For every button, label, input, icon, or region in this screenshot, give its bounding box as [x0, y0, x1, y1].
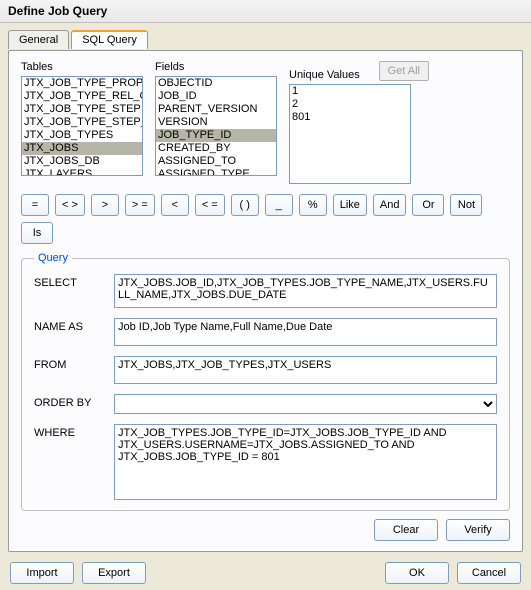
- op-not-equals-button[interactable]: < >: [55, 194, 85, 216]
- list-item[interactable]: JTX_JOBS_DB: [22, 155, 142, 168]
- from-label: FROM: [34, 356, 114, 371]
- window-title: Define Job Query: [0, 0, 531, 23]
- list-item[interactable]: PARENT_VERSION: [156, 103, 276, 116]
- order-by-label: ORDER BY: [34, 394, 114, 409]
- verify-button[interactable]: Verify: [446, 519, 510, 541]
- list-item[interactable]: ASSIGNED_TYPE: [156, 168, 276, 176]
- op-is-button[interactable]: Is: [21, 222, 53, 244]
- tab-bar: General SQL Query: [8, 29, 523, 48]
- clear-button[interactable]: Clear: [374, 519, 438, 541]
- list-item[interactable]: ASSIGNED_TO: [156, 155, 276, 168]
- tables-label: Tables: [21, 61, 143, 73]
- fields-label: Fields: [155, 61, 277, 73]
- list-item[interactable]: JTX_JOB_TYPE_STEP: [22, 103, 142, 116]
- list-item[interactable]: JTX_JOB_TYPE_STEP_X: [22, 116, 142, 129]
- op-greater-button[interactable]: >: [91, 194, 119, 216]
- op-parentheses-button[interactable]: ( ): [231, 194, 259, 216]
- list-item[interactable]: JTX_JOB_TYPE_REL_CL: [22, 90, 142, 103]
- unique-values-listbox[interactable]: 12801: [289, 84, 411, 184]
- list-item[interactable]: 2: [290, 98, 410, 111]
- op-greater-equal-button[interactable]: > =: [125, 194, 155, 216]
- name-as-field[interactable]: [114, 318, 497, 346]
- ok-button[interactable]: OK: [385, 562, 449, 584]
- op-not-button[interactable]: Not: [450, 194, 482, 216]
- list-item[interactable]: 801: [290, 111, 410, 124]
- list-item[interactable]: 1: [290, 85, 410, 98]
- list-item[interactable]: JTX_LAYERS: [22, 168, 142, 176]
- get-all-button: Get All: [379, 61, 429, 81]
- list-item[interactable]: JTX_JOB_TYPE_PROPE: [22, 77, 142, 90]
- dialog-footer: Import Export OK Cancel: [0, 556, 531, 590]
- query-group: Query SELECT NAME AS FROM ORDER BY WHERE: [21, 252, 510, 511]
- op-percent-button[interactable]: %: [299, 194, 327, 216]
- op-less-button[interactable]: <: [161, 194, 189, 216]
- from-field[interactable]: [114, 356, 497, 384]
- list-item[interactable]: JOB_TYPE_ID: [156, 129, 276, 142]
- cancel-button[interactable]: Cancel: [457, 562, 521, 584]
- fields-listbox[interactable]: OBJECTIDJOB_IDPARENT_VERSIONVERSIONJOB_T…: [155, 76, 277, 176]
- where-label: WHERE: [34, 424, 114, 439]
- list-item[interactable]: JTX_JOBS: [22, 142, 142, 155]
- export-button[interactable]: Export: [82, 562, 146, 584]
- op-less-equal-button[interactable]: < =: [195, 194, 225, 216]
- sql-query-panel: Tables JTX_JOB_TYPE_PROPEJTX_JOB_TYPE_RE…: [8, 50, 523, 552]
- select-label: SELECT: [34, 274, 114, 289]
- list-item[interactable]: JOB_ID: [156, 90, 276, 103]
- op-underscore-button[interactable]: _: [265, 194, 293, 216]
- tab-sql-query[interactable]: SQL Query: [71, 30, 148, 49]
- list-item[interactable]: CREATED_BY: [156, 142, 276, 155]
- unique-values-label: Unique Values: [289, 69, 360, 81]
- op-equals-button[interactable]: =: [21, 194, 49, 216]
- op-or-button[interactable]: Or: [412, 194, 444, 216]
- tab-general[interactable]: General: [8, 30, 69, 49]
- list-item[interactable]: JTX_JOB_TYPES: [22, 129, 142, 142]
- order-by-select[interactable]: [114, 394, 497, 414]
- tables-listbox[interactable]: JTX_JOB_TYPE_PROPEJTX_JOB_TYPE_REL_CLJTX…: [21, 76, 143, 176]
- import-button[interactable]: Import: [10, 562, 74, 584]
- op-like-button[interactable]: Like: [333, 194, 367, 216]
- query-legend: Query: [34, 252, 72, 264]
- operator-row: = < > > > = < < = ( ) _ % Like And Or No…: [21, 194, 510, 244]
- list-item[interactable]: VERSION: [156, 116, 276, 129]
- name-as-label: NAME AS: [34, 318, 114, 333]
- where-field[interactable]: [114, 424, 497, 500]
- op-and-button[interactable]: And: [373, 194, 407, 216]
- list-item[interactable]: OBJECTID: [156, 77, 276, 90]
- select-field[interactable]: [114, 274, 497, 308]
